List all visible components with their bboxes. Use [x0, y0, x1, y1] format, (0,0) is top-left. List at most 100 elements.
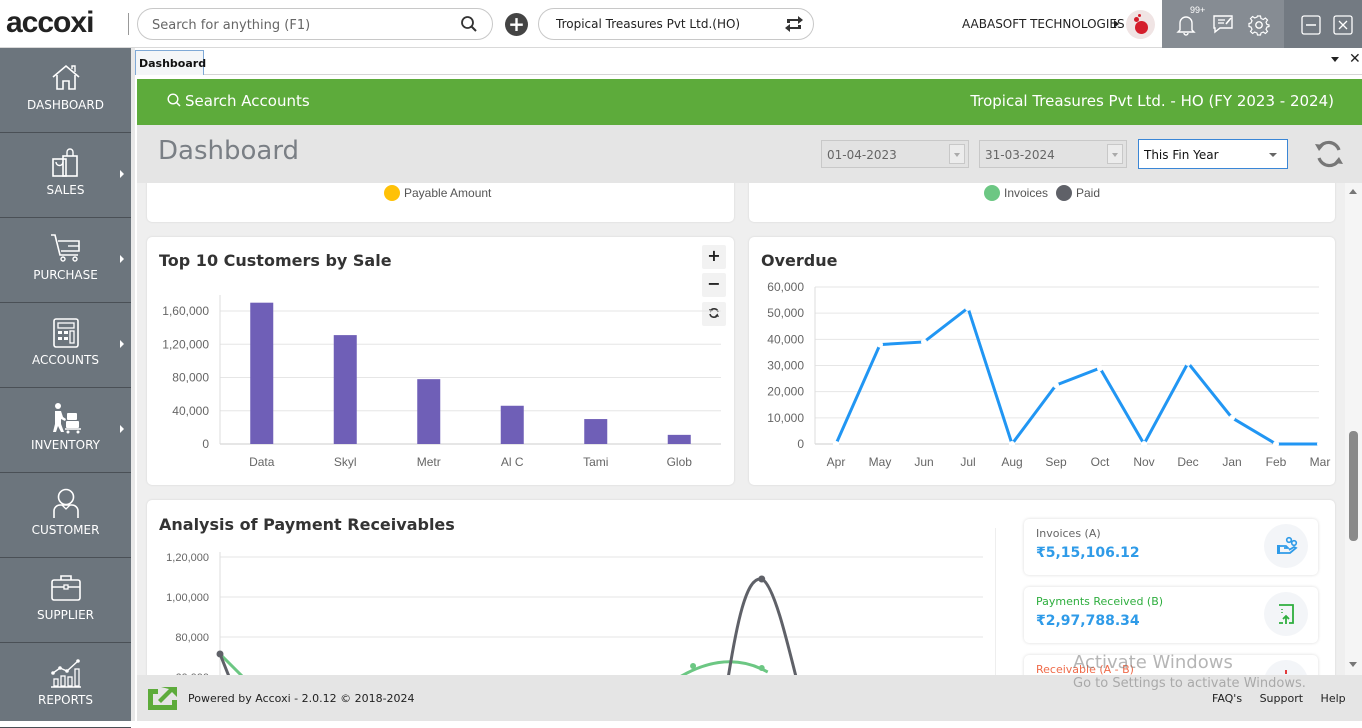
footer-links: FAQ's Support Help [1212, 692, 1360, 705]
overdue-card: Overdue 0 10,000 20,000 30,000 40,000 50,000 6… [749, 237, 1335, 485]
user-icon [50, 487, 82, 519]
home-icon [50, 62, 82, 94]
search-icon [167, 93, 181, 107]
sidebar-divider [131, 48, 135, 721]
x-tick-label: Al C [501, 455, 524, 469]
from-date-value: 01-04-2023 [827, 148, 897, 162]
scrollbar-thumb[interactable] [1349, 431, 1358, 541]
bell-icon[interactable] [1176, 14, 1196, 40]
to-date-value: 31-03-2024 [985, 148, 1055, 162]
to-date-field[interactable]: 31-03-2024 [979, 140, 1127, 168]
tab-list-dropdown-icon[interactable] [1331, 57, 1339, 62]
stat-value: ₹2,97,788.34 [1036, 613, 1140, 629]
trolley-icon [50, 402, 82, 434]
y-tick-label: 50,000 [767, 306, 804, 320]
data-point-dec [1185, 359, 1191, 366]
sidebar-item-label: INVENTORY [31, 438, 100, 452]
series-invoices-line [218, 652, 769, 675]
support-link[interactable]: Support [1260, 692, 1303, 705]
data-point-feb [1273, 441, 1279, 447]
scroll-down-icon[interactable] [1349, 662, 1357, 667]
y-tick-label: 1,20,000 [166, 552, 209, 564]
top-customers-card: Top 10 Customers by Sale + − 0 40,000 80,0… [147, 237, 734, 485]
x-tick-label: Skyl [334, 455, 357, 469]
sidebar-item-accounts[interactable]: ACCOUNTS [0, 303, 131, 388]
faq-link[interactable]: FAQ's [1212, 692, 1242, 705]
x-tick-label: Jul [960, 455, 975, 469]
y-tick-label: 30,000 [767, 359, 804, 373]
help-link[interactable]: Help [1321, 692, 1346, 705]
legend-item-invoices[interactable]: Invoices [984, 185, 1048, 201]
x-tick-label: Metr [417, 455, 441, 469]
legend-item-paid[interactable]: Paid [1056, 185, 1100, 201]
search-accounts-button[interactable]: Search Accounts [167, 92, 310, 110]
y-tick-label: 40,000 [172, 404, 209, 418]
stat-payments-received[interactable]: Payments Received (B) ₹2,97,788.34 [1024, 587, 1318, 643]
legend-label: Invoices [1004, 186, 1049, 200]
sidebar-item-purchase[interactable]: PURCHASE [0, 218, 131, 303]
to-date-dropdown-icon[interactable] [1107, 144, 1123, 164]
company-selector-name: Tropical Treasures Pvt Ltd.(HO) [556, 17, 741, 31]
refresh-icon[interactable] [1313, 137, 1345, 175]
toolbar-actions [1162, 0, 1284, 48]
x-tick-label: Mar [1310, 455, 1331, 469]
sidebar-item-label: PURCHASE [33, 268, 98, 282]
data-point-sep [1053, 382, 1059, 389]
data-point-may [877, 341, 883, 348]
y-tick-label: 1,00,000 [166, 592, 209, 604]
paid-point [758, 575, 766, 583]
from-date-field[interactable]: 01-04-2023 [821, 140, 969, 168]
hand-coins-icon [1264, 524, 1308, 568]
user-avatar[interactable] [1126, 10, 1155, 39]
organization-caret-icon[interactable] [1114, 20, 1119, 28]
stat-invoices[interactable]: Invoices (A) ₹5,15,106.12 [1024, 519, 1318, 575]
x-tick-label: Apr [827, 455, 846, 469]
submenu-arrow-icon [120, 170, 124, 178]
sidebar-item-label: DASHBOARD [27, 98, 104, 112]
period-select[interactable]: This Fin Year [1138, 139, 1288, 169]
global-search[interactable] [137, 8, 493, 40]
add-new-button[interactable]: + [505, 13, 528, 36]
data-point-jun [921, 338, 927, 345]
chart-icon [50, 657, 82, 689]
scroll-up-icon[interactable] [1349, 189, 1357, 194]
legend-swatch [384, 185, 400, 201]
stat-value: ₹5,15,106.12 [1036, 545, 1140, 561]
gear-icon[interactable] [1248, 14, 1270, 40]
y-tick-label: 0 [797, 437, 804, 451]
search-icon[interactable] [460, 15, 478, 37]
data-point-aug [1009, 441, 1015, 447]
y-tick-label: 1,20,000 [162, 337, 209, 351]
window-controls [1284, 0, 1362, 48]
from-date-dropdown-icon[interactable] [949, 144, 965, 164]
top-customers-bar-chart: 0 40,000 80,000 1,20,000 1,60,000 Data Skyl Met… [162, 295, 721, 469]
switch-company-icon[interactable] [783, 14, 805, 38]
content-scrollbar[interactable] [1345, 183, 1362, 675]
close-tab-icon[interactable]: ✕ [1349, 51, 1361, 67]
organization-name[interactable]: AABASOFT TECHNOLOGIES [962, 17, 1125, 31]
sidebar-item-supplier[interactable]: SUPPLIER [0, 558, 131, 643]
sidebar-item-label: CUSTOMER [31, 523, 100, 537]
minimize-icon[interactable] [1301, 15, 1321, 39]
y-tick-label: 80,000 [172, 371, 209, 385]
sidebar-item-label: REPORTS [37, 693, 93, 707]
data-point-apr [833, 441, 839, 447]
close-window-icon[interactable] [1333, 15, 1353, 39]
sidebar-item-sales[interactable]: SALES [0, 133, 131, 218]
submenu-arrow-icon [120, 425, 124, 433]
sidebar-item-inventory[interactable]: INVENTORY [0, 388, 131, 473]
global-search-input[interactable] [152, 15, 452, 35]
x-tick-label: Jun [914, 455, 933, 469]
company-selector[interactable]: Tropical Treasures Pvt Ltd.(HO) [538, 8, 814, 40]
x-tick-label: May [869, 455, 892, 469]
sidebar-item-reports[interactable]: REPORTS [0, 643, 131, 728]
bar-metr [417, 379, 441, 444]
message-icon[interactable] [1212, 14, 1234, 38]
data-point-nov [1141, 441, 1147, 447]
tab-dashboard[interactable]: Dashboard [135, 50, 206, 75]
sidebar-item-customer[interactable]: CUSTOMER [0, 473, 131, 558]
legend-item-payable-amount[interactable]: Payable Amount [384, 185, 491, 201]
bar-skyl [333, 335, 357, 444]
sidebar-item-label: SUPPLIER [36, 608, 95, 622]
sidebar-item-dashboard[interactable]: DASHBOARD [0, 48, 131, 133]
